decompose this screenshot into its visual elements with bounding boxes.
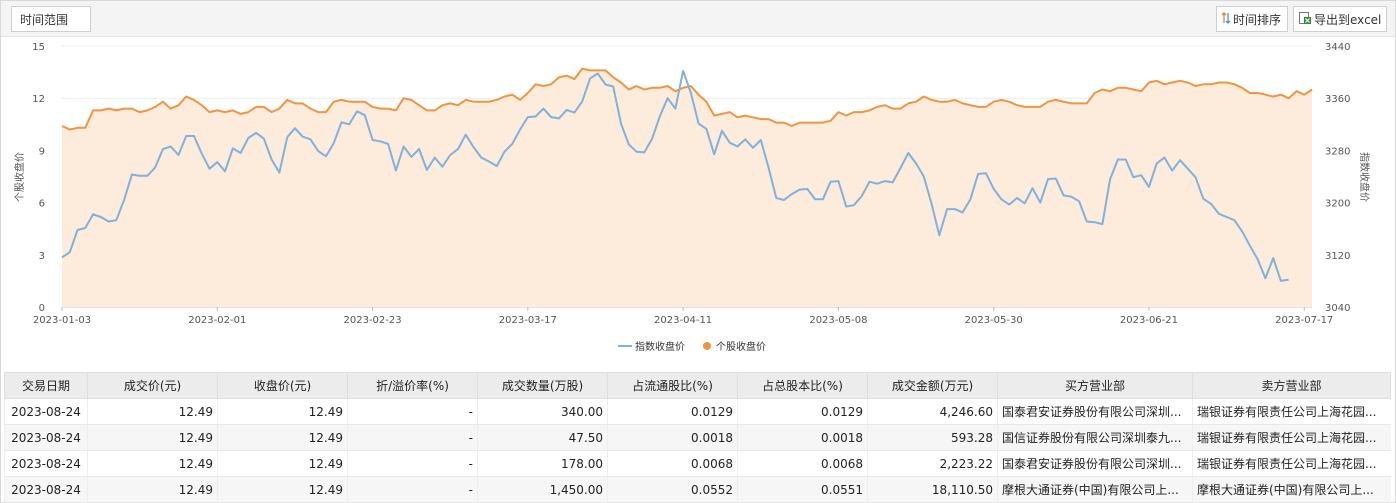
table-cell: 摩根大通证券(中国)有限公司上... — [1192, 476, 1391, 503]
table-cell: 1,450.00 — [477, 476, 608, 503]
x-tick-label: 2023-06-21 — [1120, 315, 1178, 326]
time-sort-button[interactable]: 时间排序 — [1216, 6, 1288, 32]
table-cell: - — [347, 450, 478, 477]
block-trade-panel: 时间范围 时间排序 导出到excel 0 3 6 9 12 15 3040 3120 3200 3… — [0, 0, 1396, 503]
y-tick-label-right: 3200 — [1325, 199, 1350, 210]
table-cell: 2023-08-24 — [4, 476, 88, 503]
sort-arrows-icon — [1221, 11, 1231, 27]
x-tick-label: 2023-01-03 — [33, 315, 91, 326]
x-tick-label: 2023-05-30 — [965, 315, 1023, 326]
table-cell: 2,223.22 — [867, 450, 998, 477]
table-cell: 2023-08-24 — [4, 424, 88, 451]
y-tick-label-left: 6 — [39, 199, 45, 210]
column-header[interactable]: 成交数量(万股) — [477, 372, 608, 399]
column-header[interactable]: 占流通股比(%) — [607, 372, 738, 399]
y-tick-label-left: 3 — [39, 251, 45, 262]
y-tick-label-right: 3040 — [1325, 303, 1350, 314]
table-cell: 4,246.60 — [867, 398, 998, 425]
export-excel-label: 导出到excel — [1314, 12, 1382, 27]
table-cell: 0.0068 — [607, 450, 738, 477]
y-tick-label-left: 0 — [39, 303, 45, 314]
x-tick-label: 2023-05-08 — [809, 315, 867, 326]
column-header[interactable]: 卖方营业部 — [1192, 372, 1391, 399]
x-tick-label: 2023-02-01 — [188, 315, 246, 326]
table-row[interactable]: 2023-08-24 12.49 12.49-1,450.00 0.0552 0.055… — [4, 476, 1391, 503]
table-cell: 瑞银证券有限责任公司上海花园... — [1192, 424, 1391, 451]
column-header[interactable]: 占总股本比(%) — [737, 372, 868, 399]
price-chart-svg: 03691215304031203200328033603440个股收盘价 指数收… — [13, 42, 1371, 353]
table-cell: 0.0018 — [737, 424, 868, 451]
table-cell: 12.49 — [217, 424, 348, 451]
price-chart: 0 3 6 9 12 15 3040 3120 3200 3280 3360 3440 个股收盘价 指数收… — [1, 37, 1395, 371]
table-cell: 593.28 — [867, 424, 998, 451]
table-cell: 340.00 — [477, 398, 608, 425]
table-cell: 178.00 — [477, 450, 608, 477]
time-range-button[interactable]: 时间范围 — [11, 6, 91, 32]
column-header[interactable]: 交易日期 — [4, 372, 88, 399]
table-cell: 国泰君安证券股份有限公司深圳... — [997, 450, 1193, 477]
table-cell: 瑞银证券有限责任公司上海花园... — [1192, 398, 1391, 425]
table-cell: 2023-08-24 — [4, 450, 88, 477]
column-header[interactable]: 收盘价(元) — [217, 372, 348, 399]
table-body: 2023-08-24 12.49 12.49-340.00 0.0129 0.0129 4… — [4, 398, 1391, 503]
table-cell: - — [347, 398, 478, 425]
legend-stock-swatch — [703, 342, 711, 350]
table-row[interactable]: 2023-08-24 12.49 12.49-340.00 0.0129 0.0129 4… — [4, 398, 1391, 425]
stock-area — [62, 68, 1312, 307]
toolbar: 时间范围 时间排序 导出到excel — [1, 1, 1395, 37]
y-axis-title-left: 个股收盘价 — [13, 152, 26, 202]
x-tick-label: 2023-03-17 — [499, 315, 557, 326]
export-excel-button[interactable]: 导出到excel — [1293, 6, 1387, 32]
column-header[interactable]: 买方营业部 — [997, 372, 1193, 399]
table-cell: - — [347, 476, 478, 503]
table-cell: 12.49 — [87, 476, 218, 503]
table-cell: 12.49 — [87, 424, 218, 451]
block-trade-table: 交易日期 成交价(元) 收盘价(元) 折/溢价率(%) 成交数量(万股) 占流通股比(%)… — [4, 372, 1391, 503]
table-cell: 12.49 — [87, 450, 218, 477]
column-header[interactable]: 折/溢价率(%) — [347, 372, 478, 399]
y-tick-label-right: 3280 — [1325, 146, 1350, 157]
table-cell: 国信证券股份有限公司深圳泰九... — [997, 424, 1193, 451]
legend-stock-label: 个股收盘价 — [716, 340, 766, 353]
table-cell: 18,110.50 — [867, 476, 998, 503]
table-cell: 0.0129 — [737, 398, 868, 425]
table-cell: 0.0551 — [737, 476, 868, 503]
table-cell: 0.0068 — [737, 450, 868, 477]
y-tick-label-right: 3440 — [1325, 42, 1350, 53]
table-cell: 摩根大通证券(中国)有限公司上... — [997, 476, 1193, 503]
y-tick-label-left: 12 — [32, 94, 45, 105]
y-tick-label-right: 3360 — [1325, 94, 1350, 105]
y-tick-label-right: 3120 — [1325, 251, 1350, 262]
table-cell: 0.0018 — [607, 424, 738, 451]
x-tick-label: 2023-02-23 — [343, 315, 401, 326]
y-tick-label-left: 15 — [32, 42, 45, 53]
table-row[interactable]: 2023-08-24 12.49 12.49-178.00 0.0068 0.0068 2… — [4, 450, 1391, 477]
table-cell: 瑞银证券有限责任公司上海花园... — [1192, 450, 1391, 477]
table-cell: 0.0552 — [607, 476, 738, 503]
y-tick-label-left: 9 — [39, 146, 45, 157]
time-range-label: 时间范围 — [20, 12, 69, 27]
column-header[interactable]: 成交金额(万元) — [867, 372, 998, 399]
column-header[interactable]: 成交价(元) — [87, 372, 218, 399]
table-cell: 12.49 — [217, 476, 348, 503]
table-cell: 12.49 — [87, 398, 218, 425]
table-cell: 12.49 — [217, 450, 348, 477]
table-cell: 2023-08-24 — [4, 398, 88, 425]
table-cell: - — [347, 424, 478, 451]
x-tick-label: 2023-07-17 — [1275, 315, 1333, 326]
table-cell: 12.49 — [217, 398, 348, 425]
excel-file-icon — [1298, 11, 1312, 28]
table-row[interactable]: 2023-08-24 12.49 12.49-47.50 0.0018 0.0018 59… — [4, 424, 1391, 451]
table-cell: 0.0129 — [607, 398, 738, 425]
table-header-row: 交易日期 成交价(元) 收盘价(元) 折/溢价率(%) 成交数量(万股) 占流通股比(%)… — [4, 372, 1391, 399]
table-cell: 国泰君安证券股份有限公司深圳... — [997, 398, 1193, 425]
y-axis-title-right: 指数收盘价 — [1358, 152, 1371, 202]
x-tick-label: 2023-04-11 — [654, 315, 712, 326]
table-cell: 47.50 — [477, 424, 608, 451]
legend-index-label: 指数收盘价 — [635, 340, 685, 353]
time-sort-label: 时间排序 — [1233, 12, 1282, 27]
